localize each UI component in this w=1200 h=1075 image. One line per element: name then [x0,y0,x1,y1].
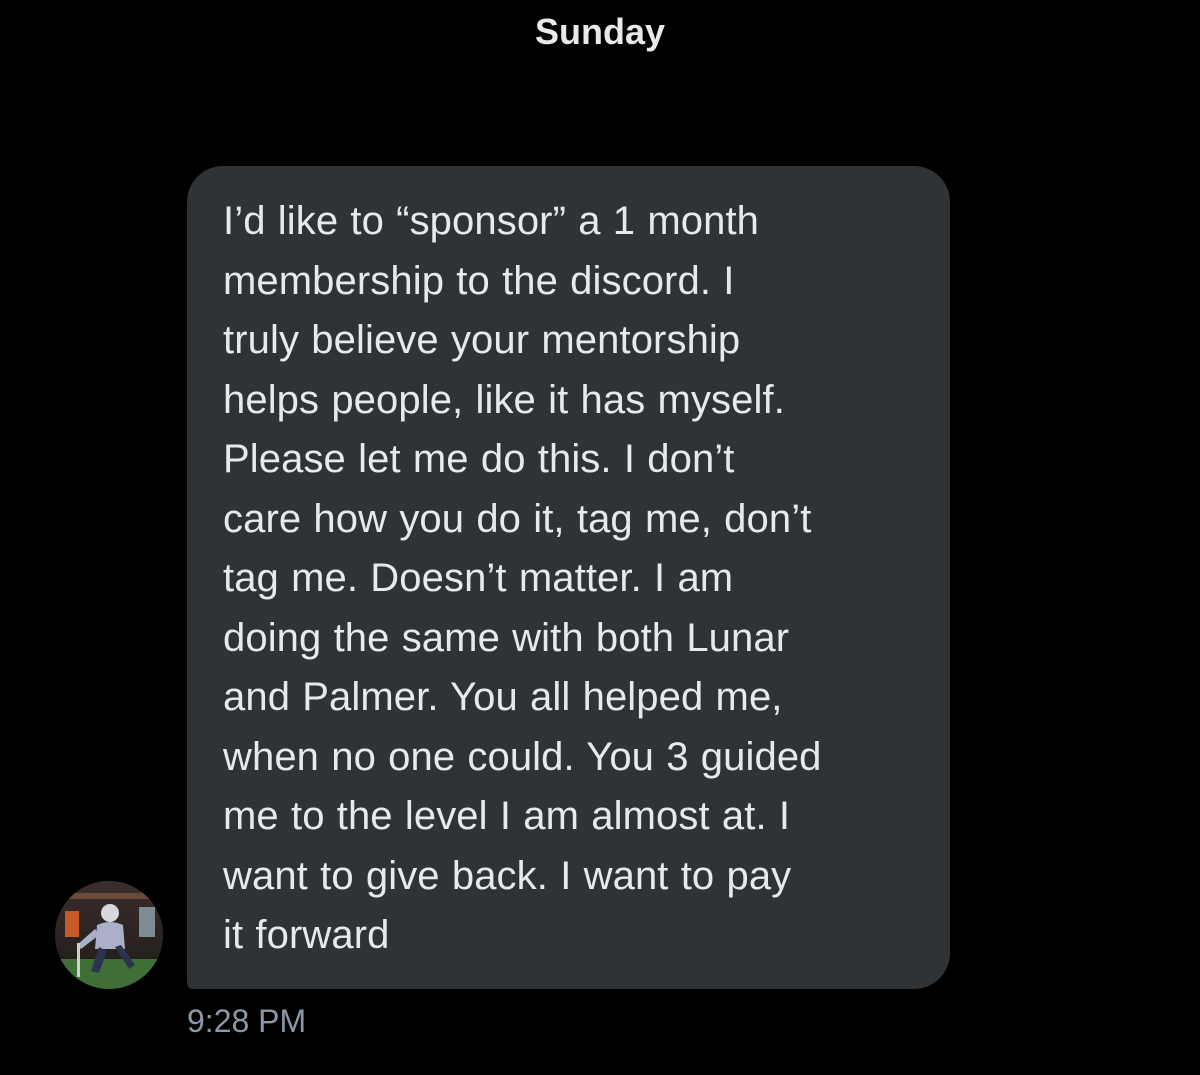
message-line: when no one could. You 3 guided [223,734,822,779]
message-line: and Palmer. You all helped me, [223,675,783,719]
day-header: Sunday [534,11,666,52]
message-bubble[interactable]: I’d like to “sponsor” a 1 month membersh… [187,166,950,989]
message-line: membership to the discord. I [223,258,735,303]
message-line: Please let me do this. I don’t [223,437,735,481]
message-line: I’d like to “sponsor” a 1 month [223,199,760,243]
user-avatar-photo-icon [55,881,163,989]
message-line: me to the level I am almost at. I [223,794,791,838]
message-line: want to give back. I want to pay [223,853,792,898]
message-line: it forward [223,913,390,957]
message-line: tag me. Doesn’t matter. I am [223,556,734,600]
message-line: doing the same with both Lunar [223,615,790,660]
message-text: I’d like to “sponsor” a 1 month membersh… [223,192,920,966]
message-timestamp: 9:28 PM [187,1003,307,1039]
message-line: truly believe your mentorship [223,318,741,362]
message-line: helps people, like it has myself. [223,377,785,422]
message-line: care how you do it, tag me, don’t [223,496,812,541]
sender-avatar[interactable] [55,881,163,989]
